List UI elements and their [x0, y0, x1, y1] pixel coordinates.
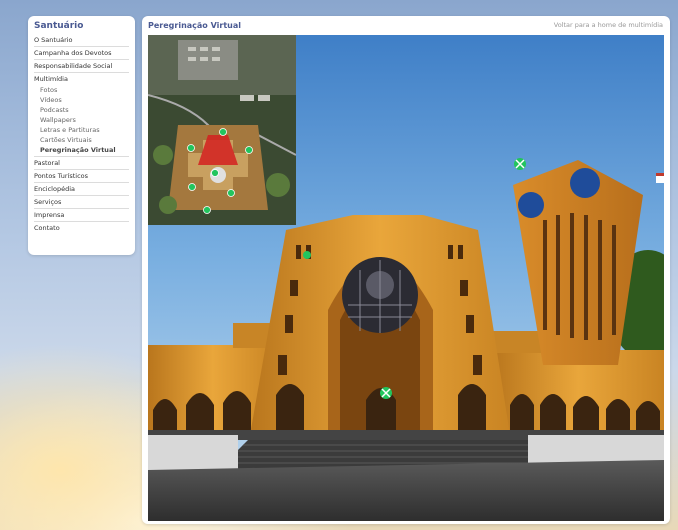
- sidebar-subitem-fotos[interactable]: Fotos: [34, 85, 129, 95]
- minimap[interactable]: [148, 35, 296, 225]
- sidebar-subitem-letras-e-partituras[interactable]: Letras e Partituras: [34, 125, 129, 135]
- sidebar-item-campanha-dos-devotos[interactable]: Campanha dos Devotos: [34, 47, 129, 60]
- sidebar-item-multimidia[interactable]: Multimídia: [34, 73, 129, 85]
- panorama-viewer[interactable]: [148, 35, 664, 521]
- sidebar-item-pontos-turisticos[interactable]: Pontos Turísticos: [34, 170, 129, 183]
- sidebar-item-pastoral[interactable]: Pastoral: [34, 157, 129, 170]
- sidebar-group-multimidia: Multimídia Fotos Vídeos Podcasts Wallpap…: [34, 73, 129, 157]
- flag-icon: [656, 173, 664, 183]
- sidebar-item-enciclopedia[interactable]: Enciclopédia: [34, 183, 129, 196]
- sidebar-subitem-peregrinacao-virtual[interactable]: Peregrinação Virtual: [34, 145, 129, 155]
- navigation-hotspot-icon[interactable]: [303, 251, 311, 259]
- satellite-map-image[interactable]: [148, 35, 296, 225]
- sidebar-subitem-cartoes-virtuais[interactable]: Cartões Virtuais: [34, 135, 129, 145]
- navigation-hotspot-icon[interactable]: [514, 158, 526, 170]
- sidebar: Santuário O Santuário Campanha dos Devot…: [28, 16, 135, 255]
- sidebar-item-o-santuario[interactable]: O Santuário: [34, 34, 129, 47]
- navigation-hotspot-icon[interactable]: [380, 387, 392, 399]
- sidebar-item-imprensa[interactable]: Imprensa: [34, 209, 129, 222]
- sidebar-item-contato[interactable]: Contato: [34, 222, 129, 234]
- sidebar-subitem-wallpapers[interactable]: Wallpapers: [34, 115, 129, 125]
- sidebar-item-servicos[interactable]: Serviços: [34, 196, 129, 209]
- sidebar-title: Santuário: [34, 21, 84, 31]
- sidebar-subitem-videos[interactable]: Vídeos: [34, 95, 129, 105]
- main-panel: Peregrinação Virtual Voltar para a home …: [142, 16, 670, 524]
- sidebar-subitem-podcasts[interactable]: Podcasts: [34, 105, 129, 115]
- page-title: Peregrinação Virtual: [148, 21, 241, 30]
- back-to-multimedia-link[interactable]: Voltar para a home de multimídia: [554, 21, 663, 29]
- sidebar-item-responsabilidade-social[interactable]: Responsabilidade Social: [34, 60, 129, 73]
